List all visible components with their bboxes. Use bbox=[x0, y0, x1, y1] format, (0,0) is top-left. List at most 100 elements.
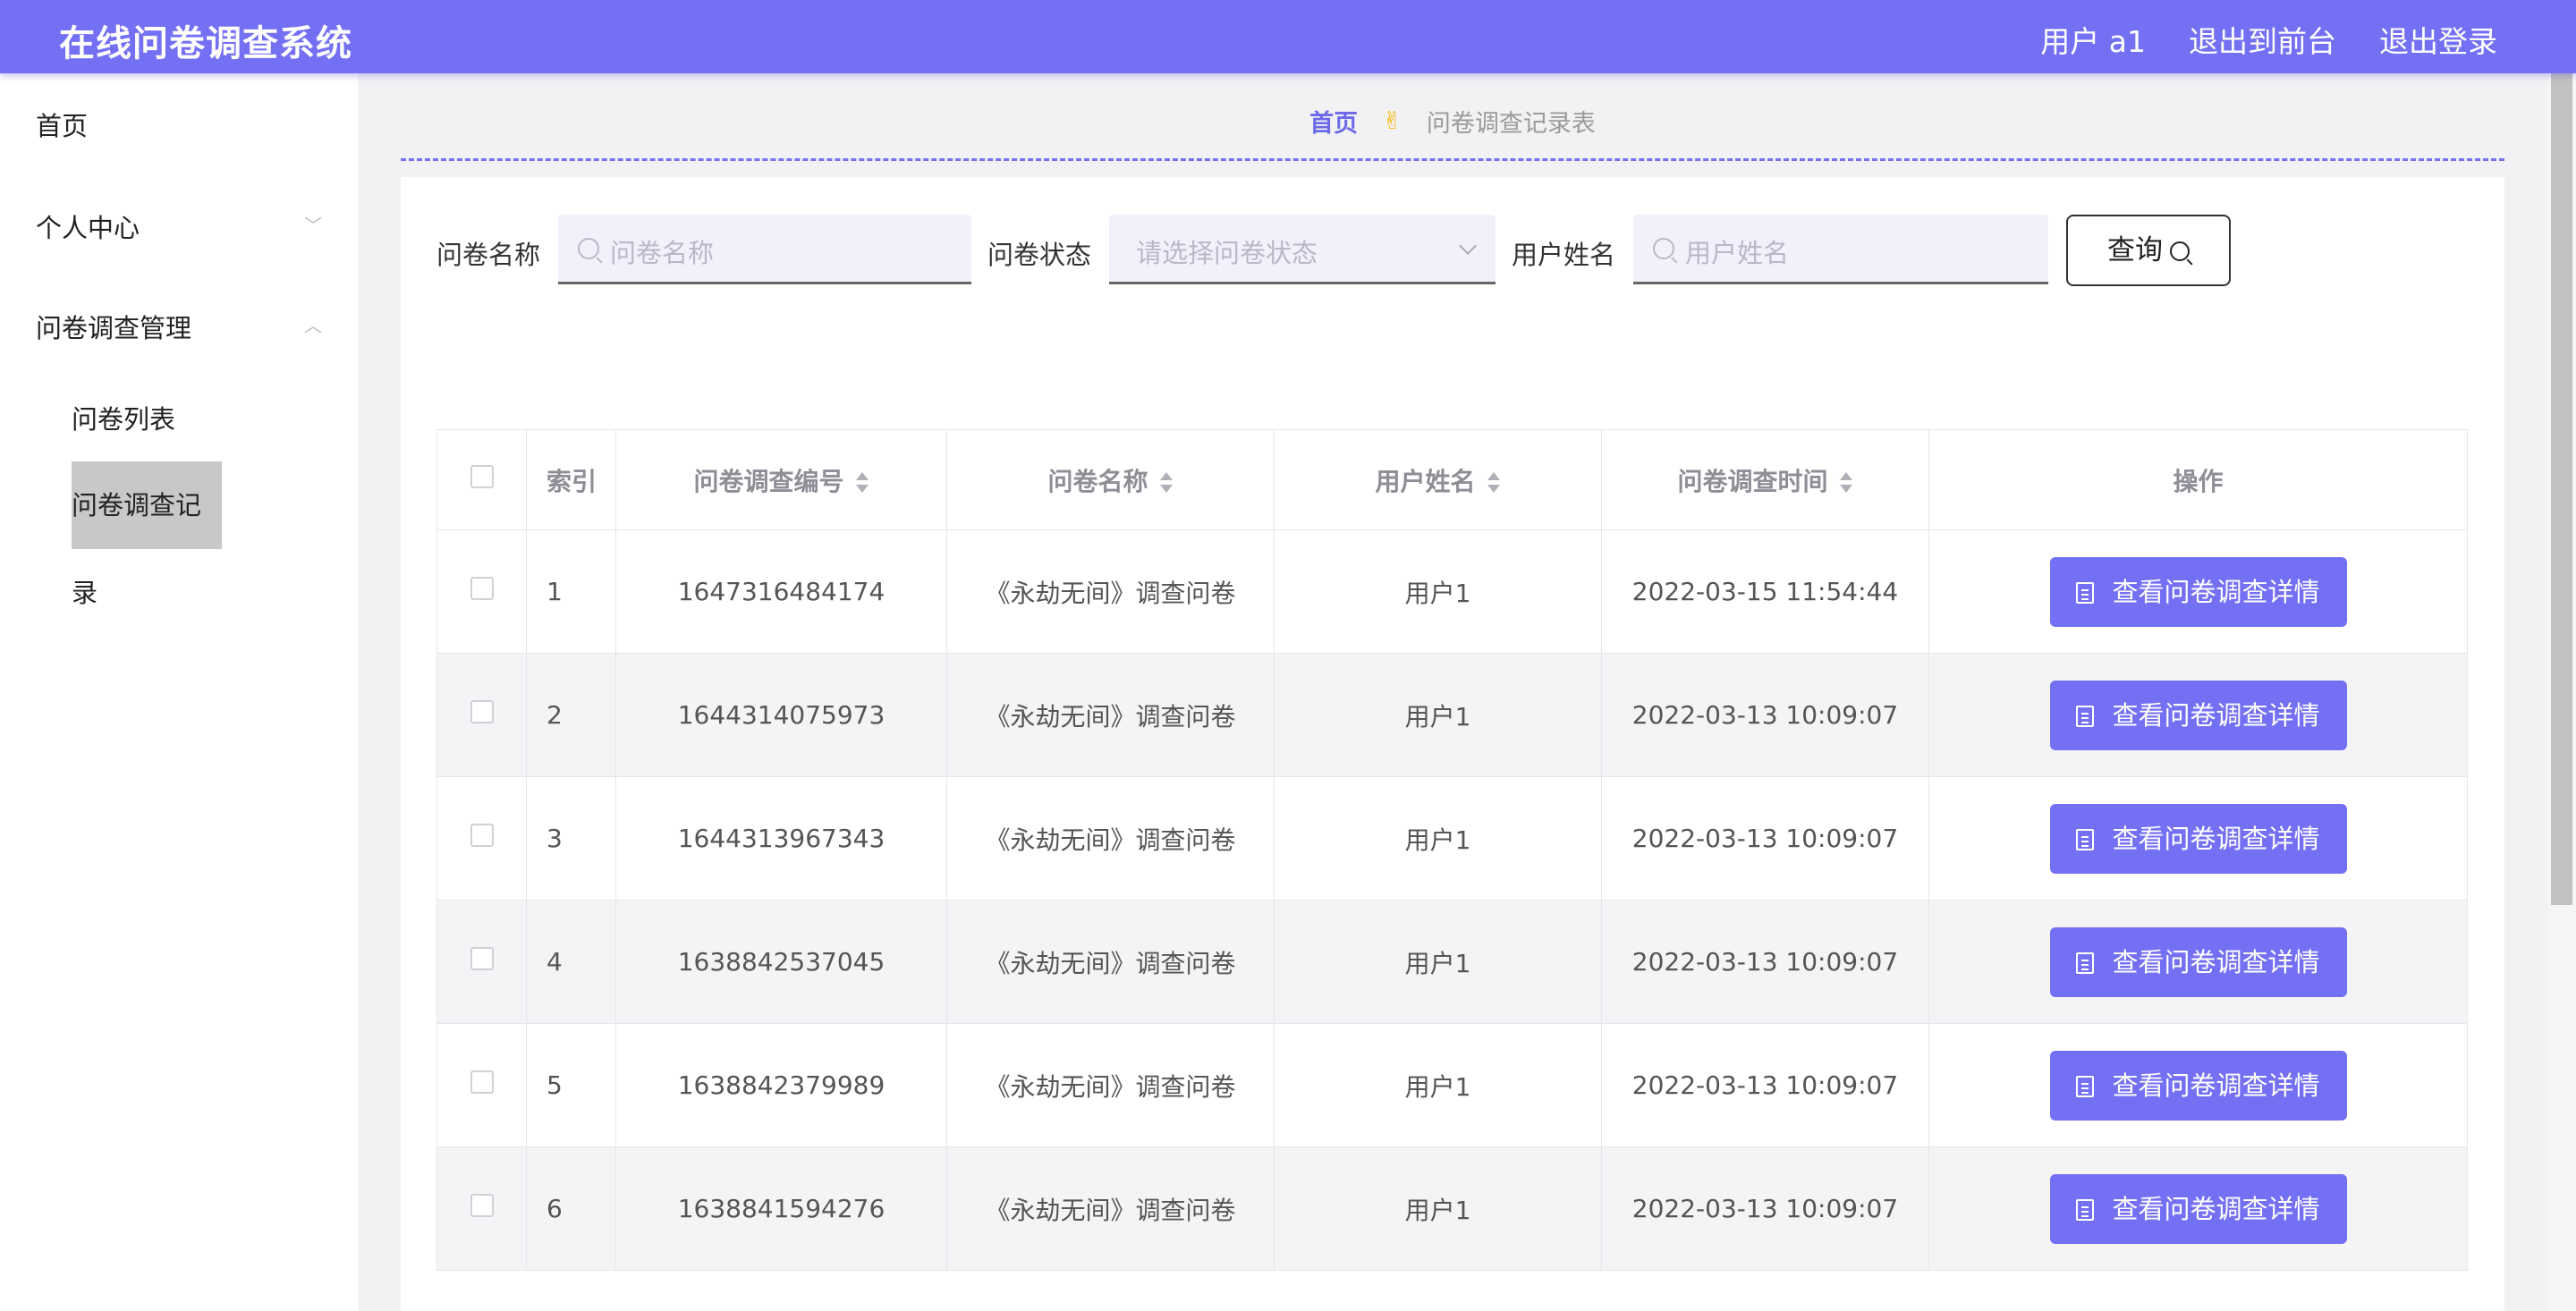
view-detail-label: 查看问卷调查详情 bbox=[2112, 823, 2320, 854]
row-survey-name: 《永劫无间》调查问卷 bbox=[946, 653, 1275, 777]
search-icon bbox=[578, 238, 599, 259]
view-detail-button[interactable]: 查看问卷调查详情 bbox=[2049, 1173, 2347, 1244]
top-bar: 在线问卷调查系统 用户 a1 退出到前台 退出登录 bbox=[0, 0, 2576, 73]
header-index-label: 索引 bbox=[547, 466, 597, 496]
row-checkbox[interactable] bbox=[470, 700, 494, 723]
row-user: 用户1 bbox=[1274, 776, 1602, 901]
row-action-cell: 查看问卷调查详情 bbox=[1928, 776, 2468, 901]
row-checkbox[interactable] bbox=[470, 577, 494, 600]
row-select-cell bbox=[436, 653, 527, 777]
table-row: 6 1638841594276 《永劫无间》调查问卷 用户1 2022-03-1… bbox=[436, 1146, 2468, 1271]
sort-icon[interactable] bbox=[1839, 470, 1853, 495]
row-time: 2022-03-13 10:09:07 bbox=[1601, 900, 1929, 1024]
sort-icon[interactable] bbox=[855, 470, 869, 495]
view-detail-label: 查看问卷调查详情 bbox=[2112, 1193, 2320, 1224]
records-table: 索引 问卷调查编号 问卷名称 用户姓名 问卷调查时间 操作 1 16473164… bbox=[436, 429, 2468, 1271]
sidebar-subitem-survey-records[interactable]: 问卷调查记录 bbox=[72, 461, 222, 608]
row-action-cell: 查看问卷调查详情 bbox=[1928, 900, 2468, 1024]
document-icon bbox=[2076, 828, 2095, 850]
row-survey-name: 《永劫无间》调查问卷 bbox=[946, 529, 1275, 654]
row-code: 1638842537045 bbox=[615, 900, 947, 1024]
view-detail-button[interactable]: 查看问卷调查详情 bbox=[2049, 1050, 2347, 1121]
row-time: 2022-03-13 10:09:07 bbox=[1601, 1146, 1929, 1271]
survey-name-input[interactable]: 问卷名称 bbox=[558, 215, 971, 284]
row-select-cell bbox=[436, 900, 527, 1024]
page-scrollbar-thumb[interactable] bbox=[2551, 73, 2572, 905]
user-name-label: 用户姓名 bbox=[1512, 240, 1616, 270]
sidebar-item-survey-management[interactable]: 问卷调查管理 ︿ bbox=[36, 308, 322, 345]
row-user: 用户1 bbox=[1274, 653, 1602, 777]
row-action-cell: 查看问卷调查详情 bbox=[1928, 1146, 2468, 1271]
row-user: 用户1 bbox=[1274, 529, 1602, 654]
row-code: 1644314075973 bbox=[615, 653, 947, 777]
query-button[interactable]: 查询 bbox=[2066, 215, 2231, 286]
table-row: 4 1638842537045 《永劫无间》调查问卷 用户1 2022-03-1… bbox=[436, 900, 2468, 1024]
row-select-cell bbox=[436, 776, 527, 901]
select-all-checkbox[interactable] bbox=[470, 465, 494, 488]
row-user: 用户1 bbox=[1274, 1023, 1602, 1147]
sidebar: 首页 个人中心 ﹀ 问卷调查管理 ︿ 问卷列表 问卷调查记录 bbox=[0, 73, 358, 1311]
row-checkbox[interactable] bbox=[470, 1070, 494, 1094]
sidebar-item-label: 问卷调查记录 bbox=[72, 490, 202, 608]
row-checkbox[interactable] bbox=[470, 1194, 494, 1217]
view-detail-button[interactable]: 查看问卷调查详情 bbox=[2049, 926, 2347, 997]
table-header-row: 索引 问卷调查编号 问卷名称 用户姓名 问卷调查时间 操作 bbox=[436, 429, 2468, 530]
row-index: 2 bbox=[526, 653, 616, 777]
table-row: 2 1644314075973 《永劫无间》调查问卷 用户1 2022-03-1… bbox=[436, 653, 2468, 777]
sidebar-item-label: 个人中心 bbox=[36, 213, 140, 243]
sort-icon[interactable] bbox=[1159, 470, 1174, 495]
exit-to-frontend-link[interactable]: 退出到前台 bbox=[2189, 18, 2336, 61]
table-row: 5 1638842379989 《永劫无间》调查问卷 用户1 2022-03-1… bbox=[436, 1023, 2468, 1147]
view-detail-label: 查看问卷调查详情 bbox=[2112, 946, 2320, 977]
user-name-placeholder: 用户姓名 bbox=[1685, 238, 1790, 268]
query-button-label: 查询 bbox=[2107, 234, 2163, 266]
row-index: 3 bbox=[526, 776, 616, 901]
document-icon bbox=[2076, 1198, 2095, 1221]
table-row: 1 1647316484174 《永劫无间》调查问卷 用户1 2022-03-1… bbox=[436, 529, 2468, 654]
sidebar-item-personal-center[interactable]: 个人中心 ﹀ bbox=[36, 207, 322, 245]
header-name-label: 问卷名称 bbox=[1047, 466, 1148, 496]
view-detail-label: 查看问卷调查详情 bbox=[2112, 1070, 2320, 1101]
breadcrumb-current: 问卷调查记录表 bbox=[1426, 110, 1596, 138]
row-index: 4 bbox=[526, 900, 616, 1024]
select-all-cell bbox=[436, 429, 527, 530]
user-name-input[interactable]: 用户姓名 bbox=[1633, 215, 2048, 284]
user-menu[interactable]: 用户 a1 bbox=[2040, 18, 2146, 61]
header-time[interactable]: 问卷调查时间 bbox=[1601, 429, 1929, 530]
view-detail-button[interactable]: 查看问卷调查详情 bbox=[2049, 556, 2347, 627]
document-icon bbox=[2076, 581, 2095, 604]
chevron-down-icon bbox=[1459, 237, 1477, 255]
app-title: 在线问卷调查系统 bbox=[59, 23, 352, 64]
breadcrumb-home[interactable]: 首页 bbox=[1309, 110, 1358, 138]
sidebar-item-home[interactable]: 首页 bbox=[36, 106, 322, 143]
row-user: 用户1 bbox=[1274, 1146, 1602, 1271]
row-action-cell: 查看问卷调查详情 bbox=[1928, 1023, 2468, 1147]
row-select-cell bbox=[436, 1023, 527, 1147]
row-checkbox[interactable] bbox=[470, 947, 494, 970]
row-user: 用户1 bbox=[1274, 900, 1602, 1024]
header-index: 索引 bbox=[526, 429, 616, 530]
row-select-cell bbox=[436, 1146, 527, 1271]
top-links: 用户 a1 退出到前台 退出登录 bbox=[2040, 18, 2497, 61]
sidebar-subitem-survey-list[interactable]: 问卷列表 bbox=[72, 399, 175, 436]
row-time: 2022-03-15 11:54:44 bbox=[1601, 529, 1929, 654]
header-user[interactable]: 用户姓名 bbox=[1274, 429, 1602, 530]
sidebar-item-label: 问卷列表 bbox=[72, 404, 176, 435]
header-code-label: 问卷调查编号 bbox=[693, 466, 844, 496]
survey-status-select[interactable]: 请选择问卷状态 bbox=[1109, 215, 1496, 284]
view-detail-button[interactable]: 查看问卷调查详情 bbox=[2049, 803, 2347, 874]
header-code[interactable]: 问卷调查编号 bbox=[615, 429, 947, 530]
row-code: 1638841594276 bbox=[615, 1146, 947, 1271]
row-checkbox[interactable] bbox=[470, 824, 494, 847]
logout-link[interactable]: 退出登录 bbox=[2379, 18, 2497, 61]
row-survey-name: 《永劫无间》调查问卷 bbox=[946, 1023, 1275, 1147]
sidebar-item-label: 首页 bbox=[36, 111, 89, 141]
sidebar-item-label: 问卷调查管理 bbox=[36, 313, 192, 343]
header-name[interactable]: 问卷名称 bbox=[946, 429, 1275, 530]
row-survey-name: 《永劫无间》调查问卷 bbox=[946, 776, 1275, 901]
view-detail-button[interactable]: 查看问卷调查详情 bbox=[2049, 680, 2347, 750]
view-detail-label: 查看问卷调查详情 bbox=[2112, 699, 2320, 731]
sort-icon[interactable] bbox=[1487, 470, 1501, 495]
header-action-label: 操作 bbox=[2173, 466, 2224, 496]
document-icon bbox=[2076, 1075, 2095, 1097]
